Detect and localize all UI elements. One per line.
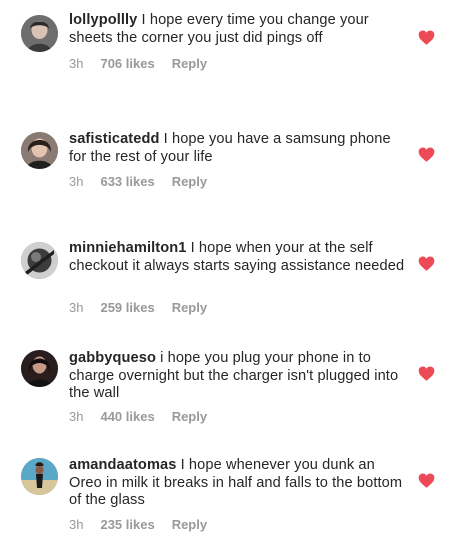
likes-count[interactable]: 259 likes xyxy=(100,300,154,315)
reply-button[interactable]: Reply xyxy=(172,174,207,189)
comment-text: safisticatedd I hope you have a samsung … xyxy=(69,131,409,166)
comment-username[interactable]: amandaatomas xyxy=(69,457,176,473)
comment-meta: 3h 633 likes Reply xyxy=(69,174,207,189)
reply-button[interactable]: Reply xyxy=(172,517,207,532)
comment-username[interactable]: safisticatedd xyxy=(69,131,160,147)
likes-count[interactable]: 706 likes xyxy=(100,56,154,71)
comment-time: 3h xyxy=(69,56,84,71)
comment-meta: 3h 440 likes Reply xyxy=(69,409,207,424)
avatar[interactable] xyxy=(21,132,58,169)
likes-count[interactable]: 440 likes xyxy=(100,409,154,424)
heart-icon[interactable] xyxy=(418,473,435,488)
comment-time: 3h xyxy=(69,409,84,424)
comment-time: 3h xyxy=(69,517,84,532)
heart-icon[interactable] xyxy=(418,256,435,271)
comment-meta: 3h 706 likes Reply xyxy=(69,56,207,71)
likes-count[interactable]: 633 likes xyxy=(100,174,154,189)
comment-time: 3h xyxy=(69,300,84,315)
heart-icon[interactable] xyxy=(418,366,435,381)
avatar[interactable] xyxy=(21,350,58,387)
comment-username[interactable]: minniehamilton1 xyxy=(69,240,186,256)
likes-count[interactable]: 235 likes xyxy=(100,517,154,532)
comment-username[interactable]: gabbyqueso xyxy=(69,350,156,366)
avatar[interactable] xyxy=(21,242,58,279)
avatar[interactable] xyxy=(21,458,58,495)
comment-meta: 3h 259 likes Reply xyxy=(69,300,207,315)
reply-button[interactable]: Reply xyxy=(172,56,207,71)
comment-text: minniehamilton1 I hope when your at the … xyxy=(69,240,409,275)
comment-text: gabbyqueso i hope you plug your phone in… xyxy=(69,350,409,403)
reply-button[interactable]: Reply xyxy=(172,300,207,315)
comment-meta: 3h 235 likes Reply xyxy=(69,517,207,532)
reply-button[interactable]: Reply xyxy=(172,409,207,424)
comment-text: amandaatomas I hope whenever you dunk an… xyxy=(69,457,409,510)
comment-username[interactable]: lollypollly xyxy=(69,12,137,28)
comment-text: lollypollly I hope every time you change… xyxy=(69,12,409,47)
heart-icon[interactable] xyxy=(418,30,435,45)
heart-icon[interactable] xyxy=(418,147,435,162)
comment-time: 3h xyxy=(69,174,84,189)
avatar[interactable] xyxy=(21,15,58,52)
